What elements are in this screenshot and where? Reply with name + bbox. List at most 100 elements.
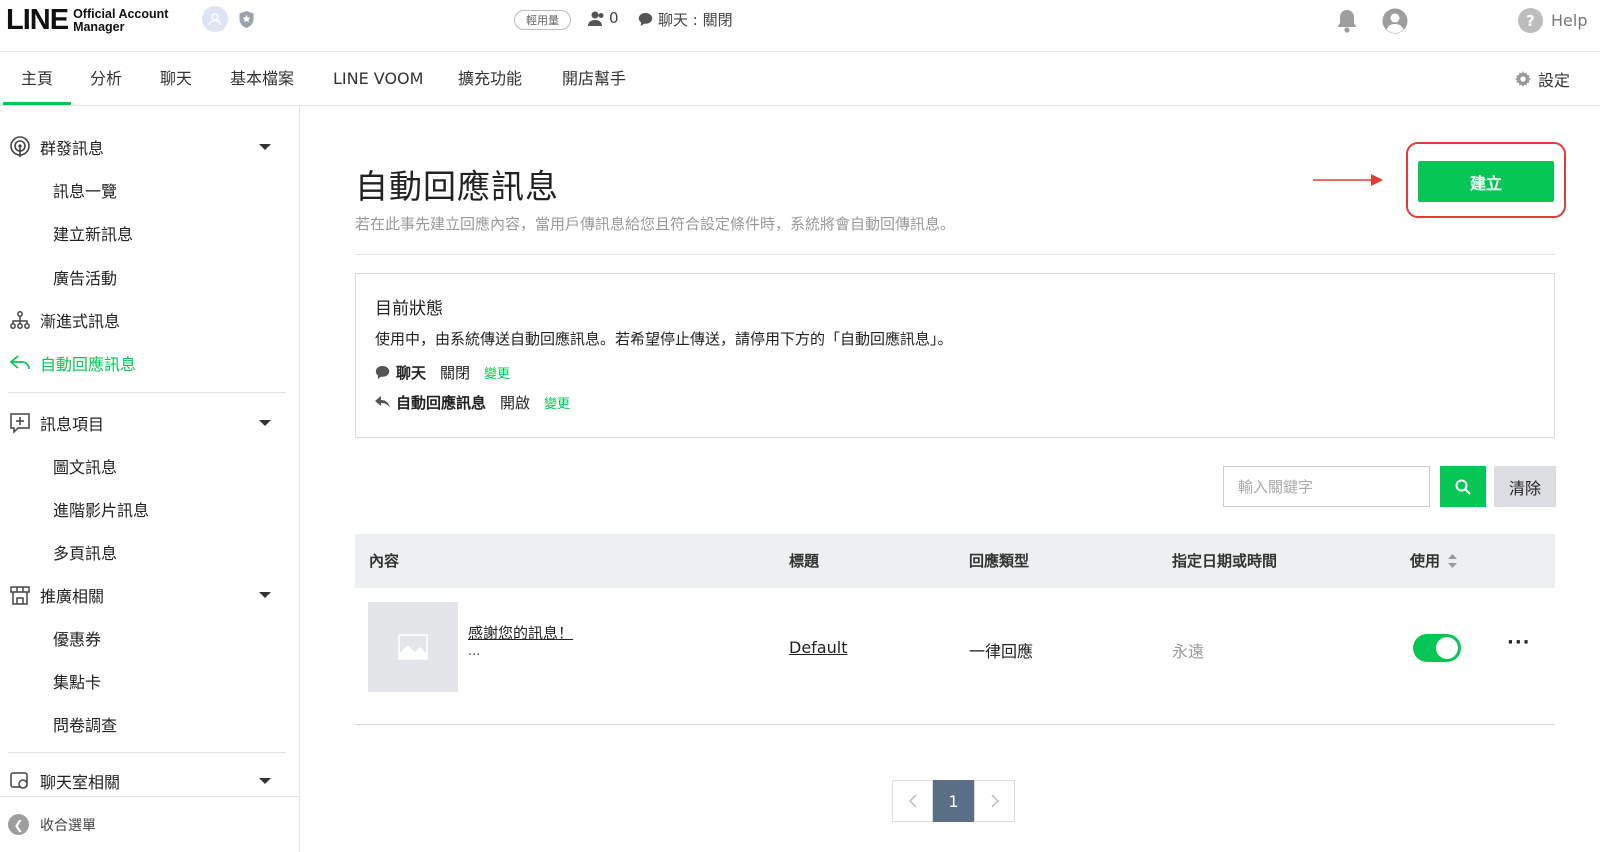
flow-tree-icon [9,309,31,331]
keyword-search-input[interactable] [1223,466,1430,507]
tab-line-voom[interactable]: LINE VOOM [333,53,423,105]
chat-room-icon [9,770,31,792]
search-button[interactable] [1440,466,1486,507]
column-header-enabled-label: 使用 [1410,552,1441,570]
status-auto-reply-value: 開啟 [500,394,531,412]
sidebar-item-rich-message[interactable]: 圖文訊息 [0,447,299,485]
sidebar-item-label: 聊天室相關 [40,773,121,792]
image-placeholder-icon [398,634,428,660]
sidebar-item-label: 建立新訊息 [53,225,134,244]
sidebar-item-coupon[interactable]: 優惠券 [0,619,299,657]
chat-bubble-icon [375,366,390,379]
top-bar: LINE Official Account Manager 輕用量 0 聊天 :… [0,0,1600,52]
table-header: 內容 標題 回應類型 指定日期或時間 使用 [355,534,1555,588]
help-link[interactable]: ? Help [1518,8,1587,33]
sidebar-item-promotion[interactable]: 推廣相關 [0,576,299,614]
sidebar-item-label: 群發訊息 [40,139,105,158]
logo-sub-line-1: Official Account [73,6,169,21]
sidebar-item-label: 推廣相關 [40,587,105,606]
plan-badge[interactable]: 輕用量 [514,10,571,30]
sidebar-item-card-message[interactable]: 多頁訊息 [0,533,299,571]
sidebar-item-auto-reply[interactable]: 自動回應訊息 [0,344,299,382]
column-header-content: 內容 [369,552,400,570]
chevron-down-icon [259,144,271,150]
message-title-link[interactable]: 感謝您的訊息！ [468,622,573,643]
sidebar-item-rich-video[interactable]: 進階影片訊息 [0,490,299,528]
sidebar-item-label: 訊息一覽 [53,182,118,201]
status-chat-value: 關閉 [440,364,471,382]
sidebar-item-chat-related[interactable]: 聊天室相關 [0,762,299,800]
tab-shop-helper[interactable]: 開店幫手 [562,53,626,105]
page-number-current[interactable]: 1 [933,780,974,822]
storefront-icon [9,584,31,606]
chevron-left-icon: ❮ [8,814,29,835]
user-profile-icon[interactable] [1382,8,1408,38]
sidebar-item-reward-card[interactable]: 集點卡 [0,662,299,700]
gear-icon [1515,71,1531,87]
broadcast-icon [9,136,31,158]
page-description: 若在此事先建立回應內容，當用戶傳訊息給您且符合設定條件時，系統將會自動回傳訊息。 [355,215,956,233]
tab-extensions[interactable]: 擴充功能 [458,53,522,105]
sidebar-item-label: 自動回應訊息 [40,355,137,374]
next-page-button[interactable] [974,780,1015,822]
change-chat-link[interactable]: 變更 [484,363,510,382]
account-avatar[interactable] [202,6,228,32]
sidebar-item-new-message[interactable]: 建立新訊息 [0,214,299,252]
column-header-title: 標題 [789,552,820,570]
chat-bubble-icon [638,13,653,26]
sidebar-item-message-items[interactable]: 訊息項目 [0,404,299,442]
settings-link[interactable]: 設定 [1515,53,1570,105]
clear-button[interactable]: 清除 [1494,466,1556,507]
column-header-schedule: 指定日期或時間 [1172,552,1278,570]
add-message-icon [9,412,31,434]
sidebar-item-ad-campaign[interactable]: 廣告活動 [0,258,299,296]
message-preview-more: ... [468,644,481,659]
status-message: 使用中，由系統傳送自動回應訊息。若希望停止傳送，請停用下方的「自動回應訊息」。 [375,330,953,348]
table-row[interactable]: 感謝您的訊息！ ... Default 一律回應 永遠 ··· [355,588,1555,725]
help-icon: ? [1518,8,1543,33]
message-thumbnail [368,602,458,692]
sidebar-item-message-list[interactable]: 訊息一覽 [0,171,299,209]
sidebar-item-label: 廣告活動 [53,269,118,288]
arrow-right-icon [1313,173,1385,191]
collapse-menu-label: 收合選單 [40,817,96,834]
chat-status-label: 聊天 : 關閉 [658,11,733,29]
line-oa-logo[interactable]: LINE Official Account Manager [6,4,168,37]
sidebar-item-step-message[interactable]: 漸進式訊息 [0,301,299,339]
sidebar-item-label: 集點卡 [53,673,102,692]
tab-analytics[interactable]: 分析 [90,53,122,105]
sidebar-divider [8,392,286,393]
sidebar-item-label: 漸進式訊息 [40,312,121,331]
column-header-type: 回應類型 [969,552,1030,570]
friend-count-value: 0 [609,9,619,27]
chevron-left-icon [908,794,917,808]
chat-status[interactable]: 聊天 : 關閉 [638,9,733,30]
reply-type-value: 一律回應 [969,642,1034,661]
tab-chat[interactable]: 聊天 [160,53,192,105]
logo-subtext: Official Account Manager [73,6,169,34]
chevron-down-icon [259,592,271,598]
tab-profile[interactable]: 基本檔案 [230,53,294,105]
status-title: 目前狀態 [375,299,443,319]
bell-icon[interactable] [1335,8,1359,38]
change-auto-reply-link[interactable]: 變更 [544,393,570,412]
sidebar-item-label: 訊息項目 [40,415,105,434]
friend-count[interactable]: 0 [588,9,619,27]
main-nav: 主頁 分析 聊天 基本檔案 LINE VOOM 擴充功能 開店幫手 設定 [0,53,1600,106]
sidebar-item-label: 多頁訊息 [53,544,118,563]
verified-shield-icon [238,10,255,33]
sidebar-item-survey[interactable]: 問卷調查 [0,705,299,743]
sidebar-item-label: 優惠券 [53,630,102,649]
create-button[interactable]: 建立 [1418,161,1554,202]
sidebar-item-broadcast[interactable]: 群發訊息 [0,128,299,166]
toggle-knob [1436,637,1458,659]
status-auto-reply-label: 自動回應訊息 [396,394,487,412]
more-options-icon[interactable]: ··· [1507,632,1531,653]
tab-home[interactable]: 主頁 [3,53,72,105]
logo-text: LINE [6,4,69,36]
prev-page-button[interactable] [892,780,933,822]
collapse-menu[interactable]: ❮ 收合選單 [0,796,299,852]
message-title-value[interactable]: Default [789,638,847,657]
enabled-toggle[interactable] [1413,634,1461,662]
column-header-enabled[interactable]: 使用 [1410,534,1458,588]
